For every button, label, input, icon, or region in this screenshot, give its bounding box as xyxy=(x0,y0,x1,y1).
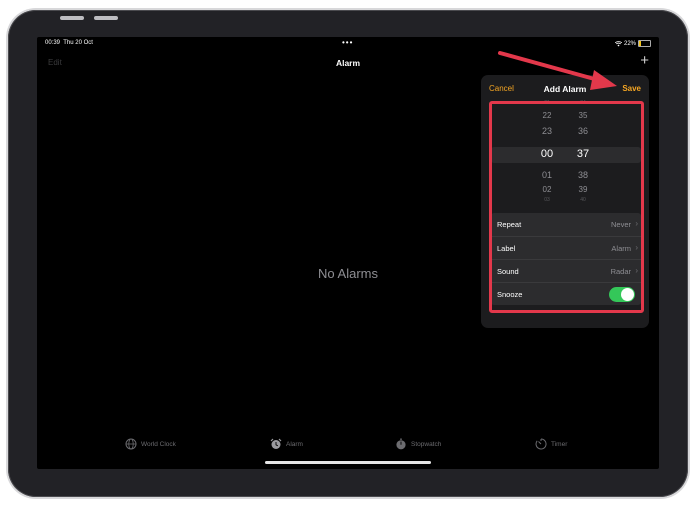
tab-label: Stopwatch xyxy=(411,440,442,448)
globe-icon xyxy=(125,438,137,450)
tab-timer[interactable]: Timer xyxy=(535,438,567,450)
alarm-clock-icon xyxy=(270,438,282,449)
volume-button xyxy=(94,16,118,20)
add-alarm-button[interactable]: + xyxy=(640,52,649,69)
tab-label: Alarm xyxy=(286,440,303,448)
battery-percent: 22% xyxy=(623,40,636,47)
annotation-highlight-box xyxy=(489,101,644,313)
wifi-icon xyxy=(614,40,622,46)
tab-stopwatch[interactable]: Stopwatch xyxy=(395,438,441,450)
volume-button xyxy=(60,16,84,20)
tab-world-clock[interactable]: World Clock xyxy=(125,438,176,450)
status-date: Thu 20 Oct xyxy=(63,40,93,46)
tab-bar: World Clock Alarm Stopwatch Timer xyxy=(37,435,659,459)
save-button[interactable]: Save xyxy=(622,84,641,93)
status-time: 00:39 xyxy=(45,40,61,46)
home-indicator[interactable] xyxy=(265,461,431,464)
stopwatch-icon xyxy=(396,438,406,450)
multitasking-dots[interactable]: ••• xyxy=(342,38,353,47)
tab-label: World Clock xyxy=(141,440,176,448)
battery-icon xyxy=(638,40,651,47)
timer-icon xyxy=(535,438,547,450)
tab-alarm[interactable]: Alarm xyxy=(270,438,303,450)
tab-label: Timer xyxy=(551,440,568,448)
status-bar: 00:39 Thu 20 Oct ••• 22% xyxy=(37,38,659,51)
page-title: Alarm xyxy=(335,58,361,68)
